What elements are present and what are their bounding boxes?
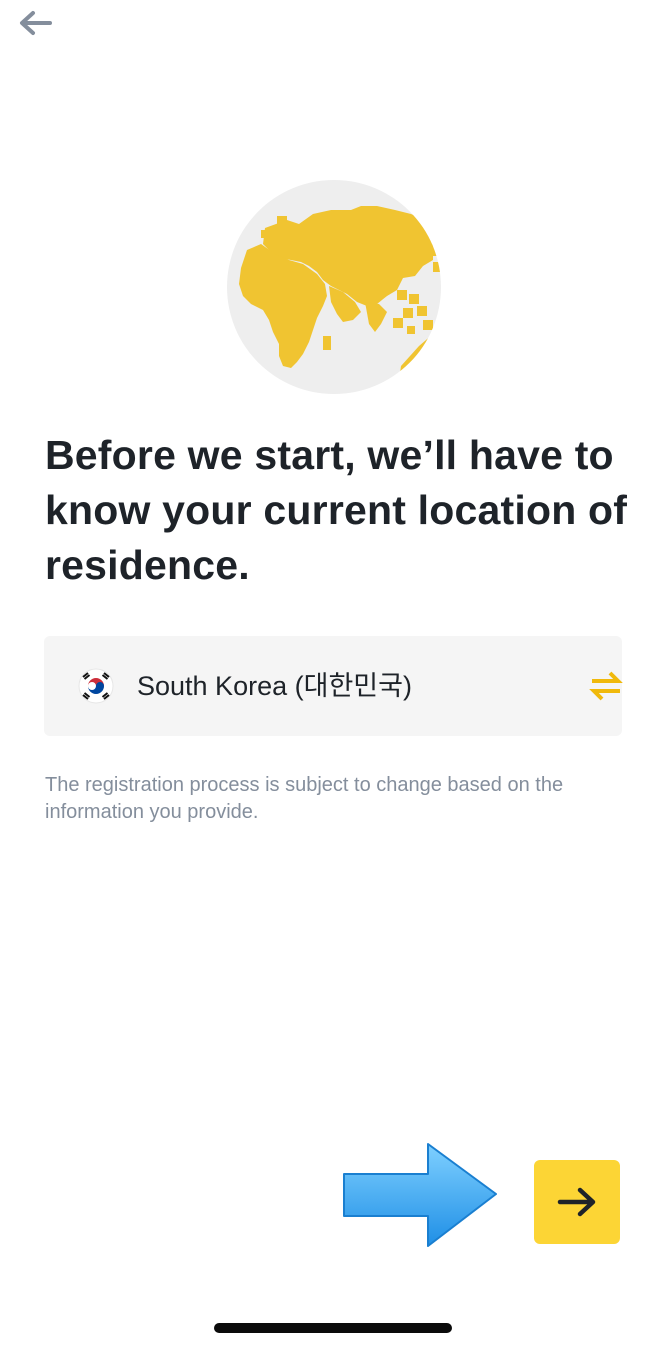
back-button[interactable] — [14, 6, 58, 42]
south-korea-flag-icon — [78, 668, 114, 704]
country-selector[interactable]: South Korea (대한민국) — [44, 636, 624, 736]
registration-note: The registration process is subject to c… — [45, 774, 564, 823]
arrow-left-icon — [20, 11, 52, 35]
globe-icon — [227, 180, 441, 394]
home-indicator — [214, 1323, 452, 1333]
globe-illustration — [227, 180, 441, 394]
blue-pointer-arrow-icon — [343, 1143, 497, 1247]
swap-arrows-icon[interactable] — [588, 670, 624, 702]
next-button[interactable] — [534, 1160, 620, 1244]
page-title: Before we start, we’ll have to know your… — [45, 432, 628, 588]
arrow-right-icon — [557, 1187, 596, 1217]
selected-country: South Korea (대한민국) — [137, 671, 412, 701]
